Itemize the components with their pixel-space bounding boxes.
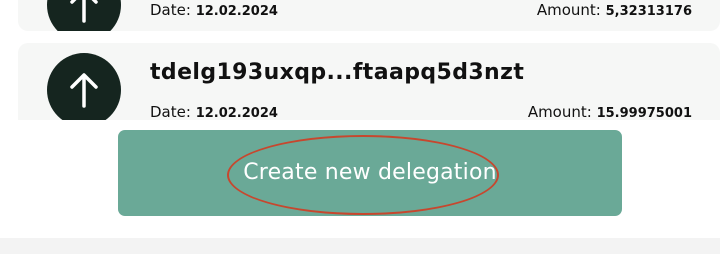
amount-value: 5,32313176: [605, 4, 692, 19]
create-new-delegation-button[interactable]: Create new delegation: [118, 130, 622, 216]
action-panel: Create new delegation: [0, 120, 720, 238]
transaction-date: Date: 12.02.2024: [150, 103, 278, 121]
transaction-amount: Amount: 5,32313176: [537, 1, 692, 19]
date-value: 12.02.2024: [195, 4, 278, 19]
date-label: Date:: [150, 1, 191, 19]
arrow-up-icon: [47, 0, 121, 31]
date-value: 12.02.2024: [195, 106, 278, 121]
amount-label: Amount:: [536, 1, 601, 19]
delegations-page: Date: 12.02.2024 Amount: 5,32313176 tdel…: [0, 0, 720, 254]
transaction-date: Date: 12.02.2024: [150, 1, 278, 19]
transaction-address: tdelg193uxqp...ftaapq5d3nzt: [150, 60, 525, 85]
transaction-card[interactable]: tdelg193uxqp...ftaapq5d3nzt Date: 12.02.…: [18, 43, 720, 130]
create-button-label: Create new delegation: [243, 159, 497, 185]
date-label: Date:: [150, 103, 191, 121]
transaction-card[interactable]: Date: 12.02.2024 Amount: 5,32313176: [18, 0, 720, 31]
amount-value: 15.99975001: [596, 106, 692, 121]
amount-label: Amount:: [527, 103, 592, 121]
arrow-up-icon: [47, 53, 121, 127]
transaction-amount: Amount: 15.99975001: [528, 103, 692, 121]
footer-bar: [0, 238, 720, 254]
